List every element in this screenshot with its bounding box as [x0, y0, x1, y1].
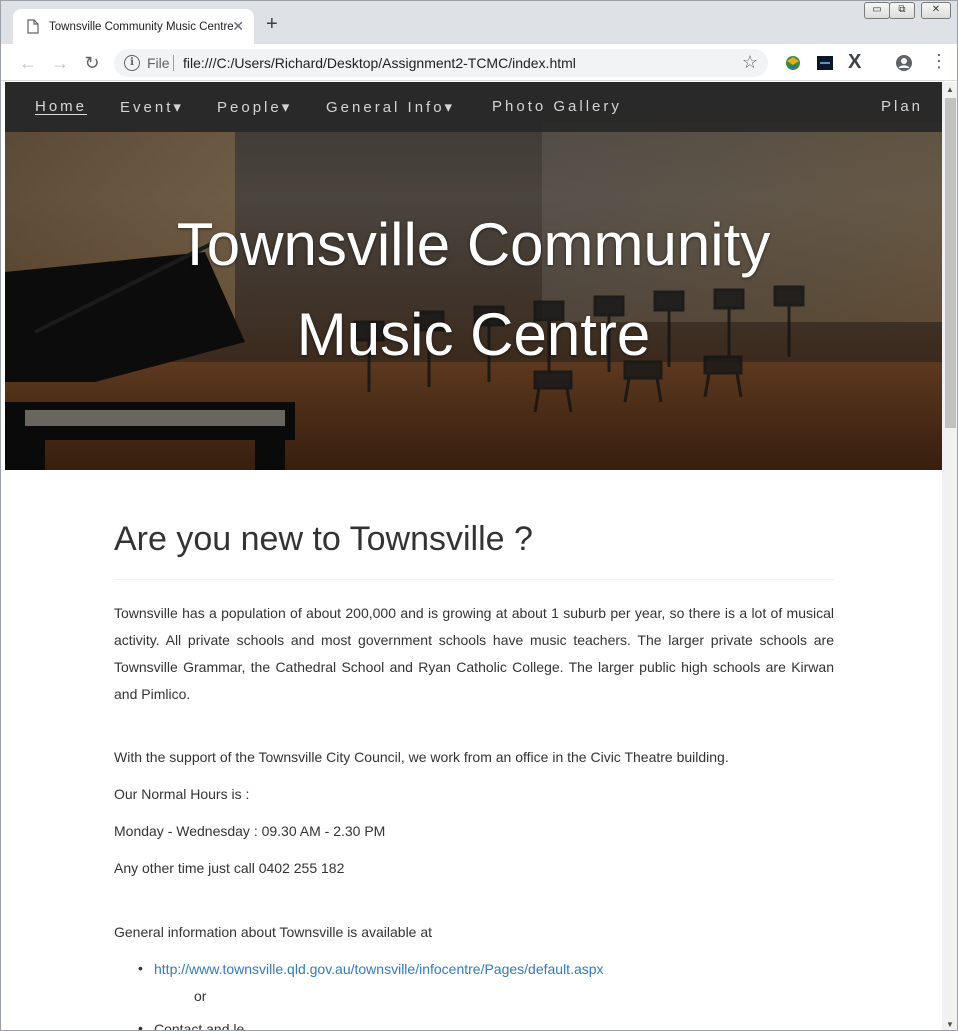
heading-divider [114, 579, 834, 580]
nav-event-dropdown[interactable]: Event▾ [120, 98, 184, 116]
url-text[interactable]: file:///C:/Users/Richard/Desktop/Assignm… [183, 55, 576, 71]
scroll-down-arrow-icon[interactable]: ▼ [946, 1020, 954, 1029]
scrollbar-thumb[interactable] [945, 98, 956, 428]
profile-icon[interactable] [895, 54, 913, 72]
tab-strip: Townsville Community Music Centre ✕ + ▭ … [1, 1, 957, 44]
page-heading: Are you new to Townsville ? [114, 520, 533, 558]
nav-home[interactable]: Home [35, 98, 87, 115]
hero-title: Townsville Community Music Centre [5, 200, 942, 380]
info-icon[interactable]: i [124, 55, 140, 71]
site-navbar: Home Event▾ People▾ General Info▾ Photo … [5, 82, 942, 132]
browser-window: Townsville Community Music Centre ✕ + ▭ … [0, 0, 958, 1031]
menu-icon[interactable]: ⋮ [930, 51, 948, 73]
page-scrollbar[interactable]: ▲ ▼ [942, 82, 957, 1030]
nav-plan[interactable]: Plan [881, 98, 923, 115]
partial-list-item: Contact and le... [154, 1021, 256, 1031]
extension-x-icon[interactable]: X [848, 51, 868, 73]
tab-title: Townsville Community Music Centre [49, 20, 234, 33]
nav-photo-gallery[interactable]: Photo Gallery [492, 98, 622, 115]
address-bar[interactable]: i File file:///C:/Users/Richard/Desktop/… [114, 49, 768, 77]
minimize-button[interactable]: ▭ [864, 2, 890, 19]
back-button[interactable]: ← [17, 52, 39, 74]
tab-close-icon[interactable]: ✕ [232, 19, 244, 33]
restore-button[interactable]: ⧉ [889, 2, 915, 19]
bookmark-star-icon[interactable]: ☆ [742, 52, 758, 73]
extension-globe-icon[interactable] [784, 54, 802, 72]
browser-toolbar: ← → ↻ i File file:///C:/Users/Richard/De… [1, 44, 957, 81]
hero-title-line-2: Music Centre [296, 301, 651, 368]
list-bullet: • [138, 960, 143, 976]
intro-paragraph: Townsville has a population of about 200… [114, 605, 834, 702]
townsville-infocentre-link[interactable]: http://www.townsville.qld.gov.au/townsvi… [154, 961, 604, 977]
scroll-up-arrow-icon[interactable]: ▲ [946, 85, 954, 94]
forward-button[interactable]: → [49, 52, 71, 74]
page-viewport: Home Event▾ People▾ General Info▾ Photo … [5, 82, 942, 1031]
nav-people-dropdown[interactable]: People▾ [217, 98, 292, 116]
close-window-button[interactable]: ✕ [921, 2, 951, 19]
address-separator [173, 55, 174, 71]
hero-title-line-1: Townsville Community [176, 211, 771, 278]
browser-tab[interactable]: Townsville Community Music Centre ✕ [13, 9, 254, 44]
extension-dark-icon[interactable] [816, 54, 834, 72]
hours-label: Our Normal Hours is : [114, 786, 250, 802]
scheme-label: File [147, 55, 170, 71]
reload-button[interactable]: ↻ [81, 52, 103, 74]
new-tab-button[interactable]: + [266, 14, 278, 34]
support-text: With the support of the Townsville City … [114, 749, 729, 765]
general-info-text: General information about Townsville is … [114, 924, 433, 940]
hours-text: Monday - Wednesday : 09.30 AM - 2.30 PM [114, 823, 386, 839]
call-text: Any other time just call 0402 255 182 [114, 860, 345, 876]
list-bullet: • [138, 1020, 143, 1031]
hero-banner: Home Event▾ People▾ General Info▾ Photo … [5, 82, 942, 470]
or-text: or [194, 988, 207, 1004]
page-icon [27, 19, 39, 34]
nav-general-info-dropdown[interactable]: General Info▾ [326, 98, 455, 116]
